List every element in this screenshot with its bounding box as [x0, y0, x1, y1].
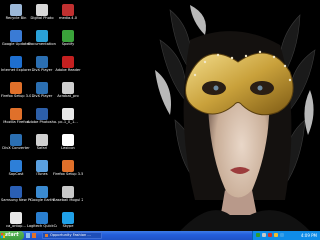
tray-network-icon[interactable]: [256, 233, 260, 237]
app-icon: [10, 160, 22, 172]
app-icon: [36, 4, 48, 16]
desktop-icon[interactable]: SopCast: [3, 160, 29, 182]
app-icon: [10, 56, 22, 68]
desktop-icon[interactable]: Google Earth: [29, 186, 55, 208]
tray-security-icon[interactable]: [268, 233, 272, 237]
taskbar-task-button[interactable]: Opportunity Fashion ...: [42, 232, 102, 239]
app-icon: [36, 186, 48, 198]
app-icon: [10, 82, 22, 94]
desktop-icon[interactable]: Firefox Setup 3.5: [53, 160, 83, 182]
desktop-icon[interactable]: DivX Player: [29, 82, 55, 104]
desktop-icon-label: media.4.0: [58, 16, 78, 20]
start-button[interactable]: start: [0, 231, 24, 240]
desktop-icon-label: pc-1_0_1...: [58, 120, 78, 124]
desktop-icon[interactable]: DivX Converter: [2, 134, 30, 156]
desktop-icon-label: Firefox Setup 3.5: [53, 172, 83, 176]
app-icon: [62, 82, 74, 94]
quick-launch[interactable]: [26, 233, 38, 238]
desktop-icon[interactable]: Digital Photo: [29, 4, 55, 26]
desktop-icon-grid: Recycle Bin Digital Photo media.4.0 Google …: [0, 0, 150, 231]
firefox-icon: [45, 234, 48, 237]
app-icon: [62, 134, 74, 146]
desktop-icon[interactable]: Logitech QuickCam: [27, 212, 57, 231]
system-tray: 4:09 PM: [252, 231, 320, 240]
app-icon: [10, 4, 22, 16]
desktop-icon[interactable]: Recycle Bin: [3, 4, 29, 26]
desktop-icon[interactable]: Mozilla Firefox: [3, 108, 29, 130]
desktop-icon[interactable]: Skype: [55, 212, 81, 231]
app-icon: [36, 134, 48, 146]
windows-flag-icon: [1, 233, 5, 238]
clock: 4:09 PM: [300, 233, 317, 238]
app-icon: [10, 108, 22, 120]
app-icon: [10, 186, 22, 198]
desktop-icon[interactable]: iTunes: [29, 160, 55, 182]
desktop-icon[interactable]: Adobe Reader: [55, 56, 81, 78]
app-icon: [62, 186, 74, 198]
tray-app-icon[interactable]: [274, 233, 278, 237]
desktop-icon[interactable]: Safari: [29, 134, 55, 156]
app-icon: [10, 30, 22, 42]
show-desktop-icon: [26, 233, 30, 238]
desktop-icon[interactable]: Baseball Mogul 2009 DEMO: [53, 186, 83, 208]
app-icon: [62, 108, 74, 120]
desktop-icon[interactable]: ca_ontop...: [3, 212, 29, 231]
desktop-icon-label: Acrobat_pro: [57, 94, 79, 98]
desktop-icon[interactable]: Spotify: [55, 30, 81, 52]
desktop-icon[interactable]: Lexicon: [55, 134, 81, 156]
app-icon: [36, 56, 48, 68]
desktop-icon[interactable]: Samsung New PC Studio: [1, 186, 31, 208]
desktop-icon[interactable]: Firefox Setup 3.0: [1, 82, 31, 104]
browser-icon: [32, 233, 36, 238]
app-icon: [36, 212, 48, 224]
wallpaper-masquerade-mask: [150, 0, 320, 231]
task-button-label: Opportunity Fashion ...: [50, 233, 91, 237]
desktop-icon[interactable]: Acrobat_pro: [55, 82, 81, 104]
desktop-icon[interactable]: Adobe Photosho...: [27, 108, 57, 130]
app-icon: [10, 134, 22, 146]
desktop-icon[interactable]: Google Updater: [2, 30, 30, 52]
app-icon: [62, 212, 74, 224]
desktop-icon-label: Adobe Reader: [55, 68, 81, 72]
desktop-icon[interactable]: media.4.0: [55, 4, 81, 26]
tray-volume-icon[interactable]: [262, 233, 266, 237]
desktop-icon-label: Lexicon: [61, 146, 75, 150]
tray-update-icon[interactable]: [280, 233, 284, 237]
desktop-icon-label: Baseball Mogul 2009 DEMO: [53, 198, 83, 202]
start-label: start: [5, 232, 19, 238]
desktop-icon-label: Spotify: [61, 42, 75, 46]
app-icon: [36, 108, 48, 120]
desktop-icon[interactable]: pc-1_0_1...: [55, 108, 81, 130]
desktop-icon[interactable]: DivX Player: [29, 56, 55, 78]
app-icon: [62, 160, 74, 172]
app-icon: [10, 212, 22, 224]
desktop: Recycle Bin Digital Photo media.4.0 Google …: [0, 0, 320, 231]
desktop-icon-label: Skype: [62, 224, 74, 228]
app-icon: [36, 82, 48, 94]
desktop-icon[interactable]: Documentation: [28, 30, 56, 52]
app-icon: [62, 56, 74, 68]
taskbar: start Opportunity Fashion ... 4:09 PM: [0, 231, 320, 240]
app-icon: [62, 4, 74, 16]
app-icon: [36, 160, 48, 172]
app-icon: [36, 30, 48, 42]
app-icon: [62, 30, 74, 42]
desktop-icon[interactable]: Internet Explorer: [1, 56, 31, 78]
